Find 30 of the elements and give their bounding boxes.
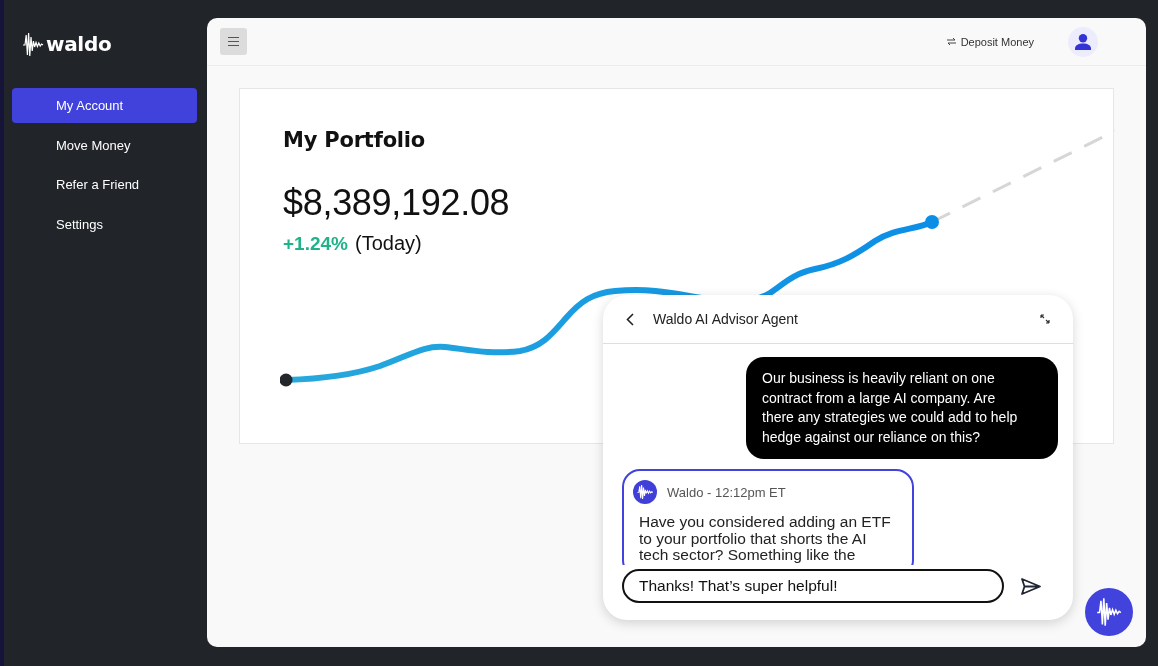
waveform-logo-icon (22, 31, 44, 57)
portfolio-title: My Portfolio (283, 127, 426, 154)
change-percent: +1.24% (283, 232, 348, 256)
nav-item[interactable]: Refer a Friend (12, 167, 197, 202)
chat-title: Waldo AI Advisor Agent (653, 311, 799, 327)
person-icon (1075, 33, 1091, 50)
chat-launcher-button[interactable] (1085, 588, 1133, 636)
nav-item[interactable]: My Account (12, 88, 197, 123)
menu-icon (228, 36, 239, 46)
avatar-button[interactable] (1068, 26, 1098, 57)
message-input[interactable]: Thanks! That’s super helpful! (622, 569, 1004, 603)
user-message: Our business is heavily reliant on one contract from a large AI company. Are there any strategies we could add to help hedge against our reliance on this? (746, 357, 1058, 459)
expand-button[interactable] (1040, 314, 1050, 324)
message-text: Have you considered adding an ETF to your portfolio that shorts the AI tech sector? Something like the (638, 512, 892, 564)
deposit-money-button[interactable]: Deposit Money (946, 35, 1034, 48)
waveform-icon (1096, 597, 1122, 627)
back-button[interactable] (626, 312, 634, 326)
change-period: (Today) (355, 231, 422, 255)
expand-icon (1040, 314, 1050, 324)
waveform-avatar-icon (633, 480, 657, 504)
logo-text: waldo (46, 33, 112, 55)
arrows-icon (946, 38, 956, 45)
chevron-left-icon (626, 312, 634, 326)
balance-amount: $8,389,192.08 (283, 183, 510, 223)
nav-item[interactable]: Move Money (12, 127, 197, 163)
menu-button[interactable] (220, 27, 247, 55)
message-meta: Waldo - 12:12pm ET (667, 484, 786, 500)
send-button[interactable] (1021, 577, 1041, 595)
nav-item[interactable]: Settings (12, 206, 197, 242)
send-icon (1021, 577, 1041, 595)
